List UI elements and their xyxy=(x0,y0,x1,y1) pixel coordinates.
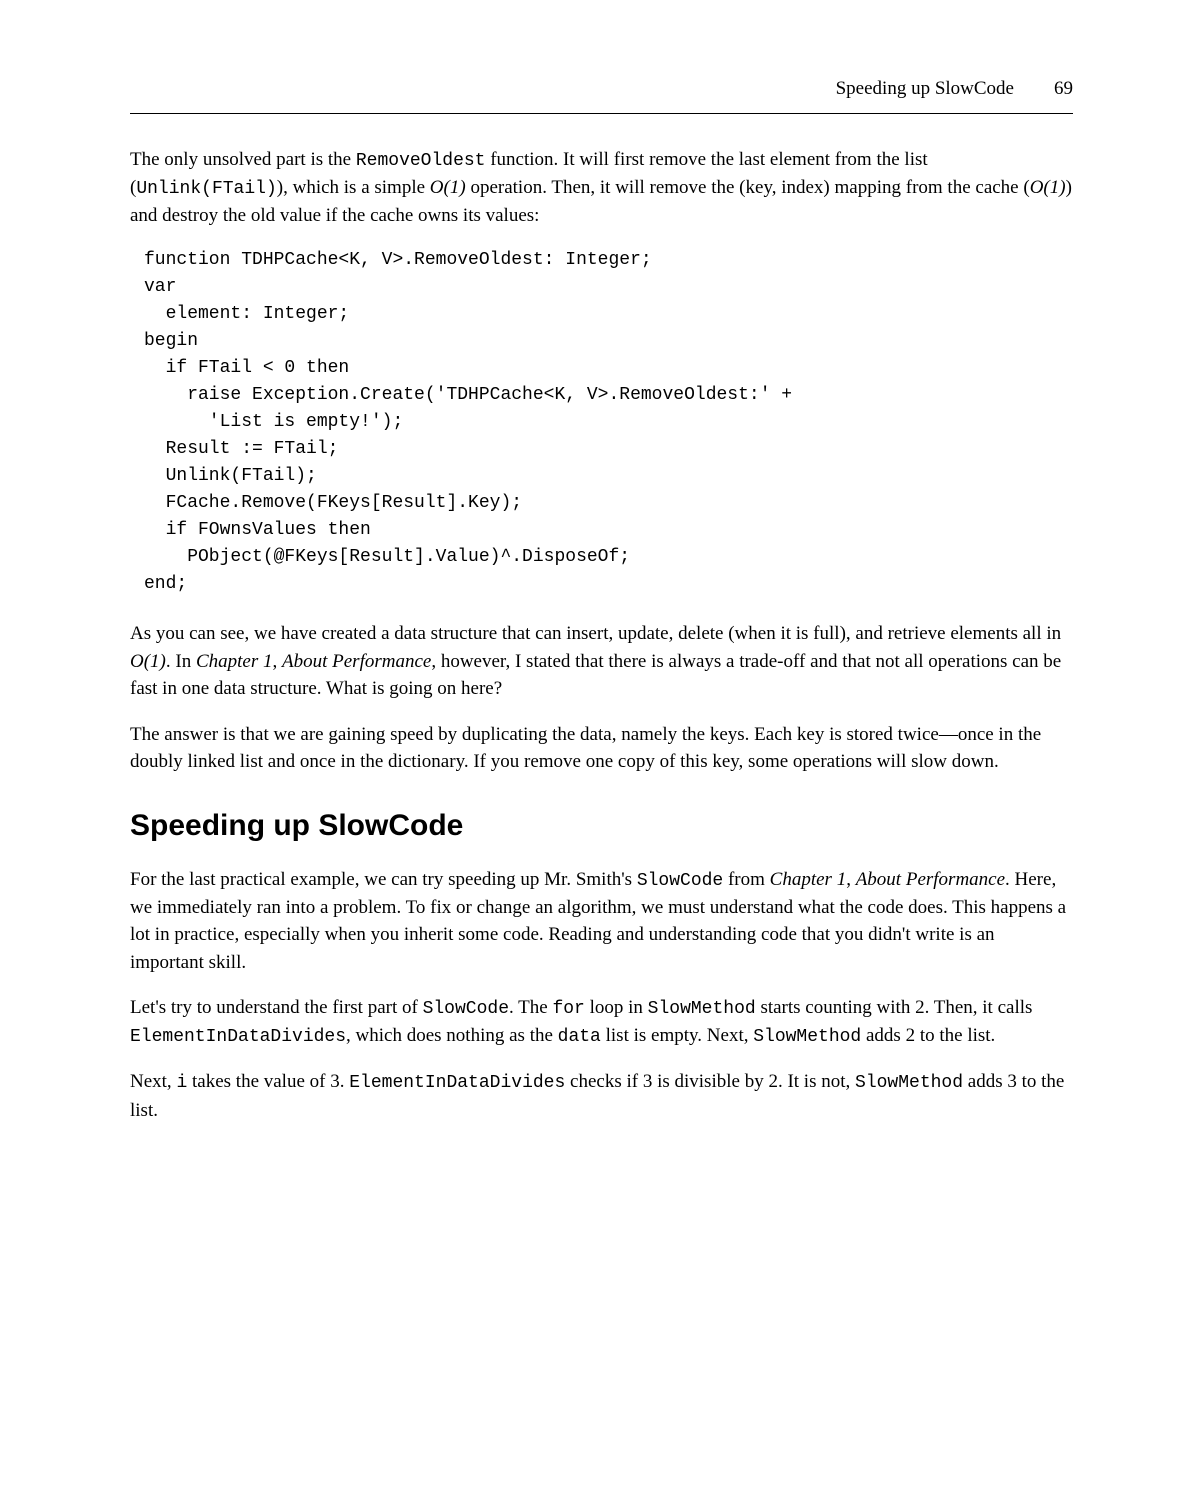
text: , xyxy=(846,869,856,890)
italic: Chapter 1 xyxy=(196,651,273,672)
code-inline: Unlink(FTail) xyxy=(136,179,276,199)
text: takes the value of 3. xyxy=(187,1071,349,1092)
code-block-removeoldest: function TDHPCache<K, V>.RemoveOldest: I… xyxy=(144,247,1073,598)
italic: O(1) xyxy=(130,651,166,672)
text: Next, xyxy=(130,1071,176,1092)
text: operation. Then, it will remove the (key… xyxy=(466,177,1030,198)
text: For the last practical example, we can t… xyxy=(130,869,637,890)
code-inline: SlowCode xyxy=(637,871,723,891)
paragraph-slowcode-1: For the last practical example, we can t… xyxy=(130,866,1073,977)
page: Speeding up SlowCode 69 The only unsolve… xyxy=(0,0,1203,1500)
text: The only unsolved part is the xyxy=(130,149,356,170)
text: . In xyxy=(166,651,196,672)
code-inline: data xyxy=(558,1027,601,1047)
text: list is empty. Next, xyxy=(601,1025,753,1046)
code-inline: SlowCode xyxy=(423,999,509,1019)
text: , xyxy=(273,651,283,672)
section-heading: Speeding up SlowCode xyxy=(130,804,1073,848)
running-head: Speeding up SlowCode 69 xyxy=(130,75,1073,114)
italic: About Performance xyxy=(856,869,1005,890)
italic: Chapter 1 xyxy=(770,869,847,890)
page-number: 69 xyxy=(1054,75,1073,103)
text: , which does nothing as the xyxy=(346,1025,558,1046)
text: starts counting with 2. Then, it calls xyxy=(756,997,1033,1018)
code-inline: SlowMethod xyxy=(855,1073,963,1093)
code-inline: ElementInDataDivides xyxy=(349,1073,565,1093)
italic: O(1) xyxy=(1030,177,1066,198)
running-title: Speeding up SlowCode xyxy=(836,75,1014,103)
text: checks if 3 is divisible by 2. It is not… xyxy=(565,1071,855,1092)
text: As you can see, we have created a data s… xyxy=(130,623,1061,644)
paragraph-tradeoff-2: The answer is that we are gaining speed … xyxy=(130,721,1073,776)
text: from xyxy=(723,869,769,890)
code-inline: ElementInDataDivides xyxy=(130,1027,346,1047)
paragraph-intro: The only unsolved part is the RemoveOlde… xyxy=(130,146,1073,230)
italic: O(1) xyxy=(430,177,466,198)
code-inline: SlowMethod xyxy=(648,999,756,1019)
text: Let's try to understand the first part o… xyxy=(130,997,423,1018)
italic: About Performance xyxy=(282,651,431,672)
text: loop in xyxy=(585,997,648,1018)
text: adds 2 to the list. xyxy=(861,1025,995,1046)
code-inline: i xyxy=(176,1073,187,1093)
paragraph-slowcode-2: Let's try to understand the first part o… xyxy=(130,994,1073,1050)
text: . The xyxy=(509,997,552,1018)
text: ), which is a simple xyxy=(277,177,430,198)
paragraph-tradeoff-1: As you can see, we have created a data s… xyxy=(130,620,1073,703)
code-inline: SlowMethod xyxy=(753,1027,861,1047)
paragraph-slowcode-3: Next, i takes the value of 3. ElementInD… xyxy=(130,1068,1073,1124)
code-inline: for xyxy=(552,999,584,1019)
code-inline: RemoveOldest xyxy=(356,151,486,171)
